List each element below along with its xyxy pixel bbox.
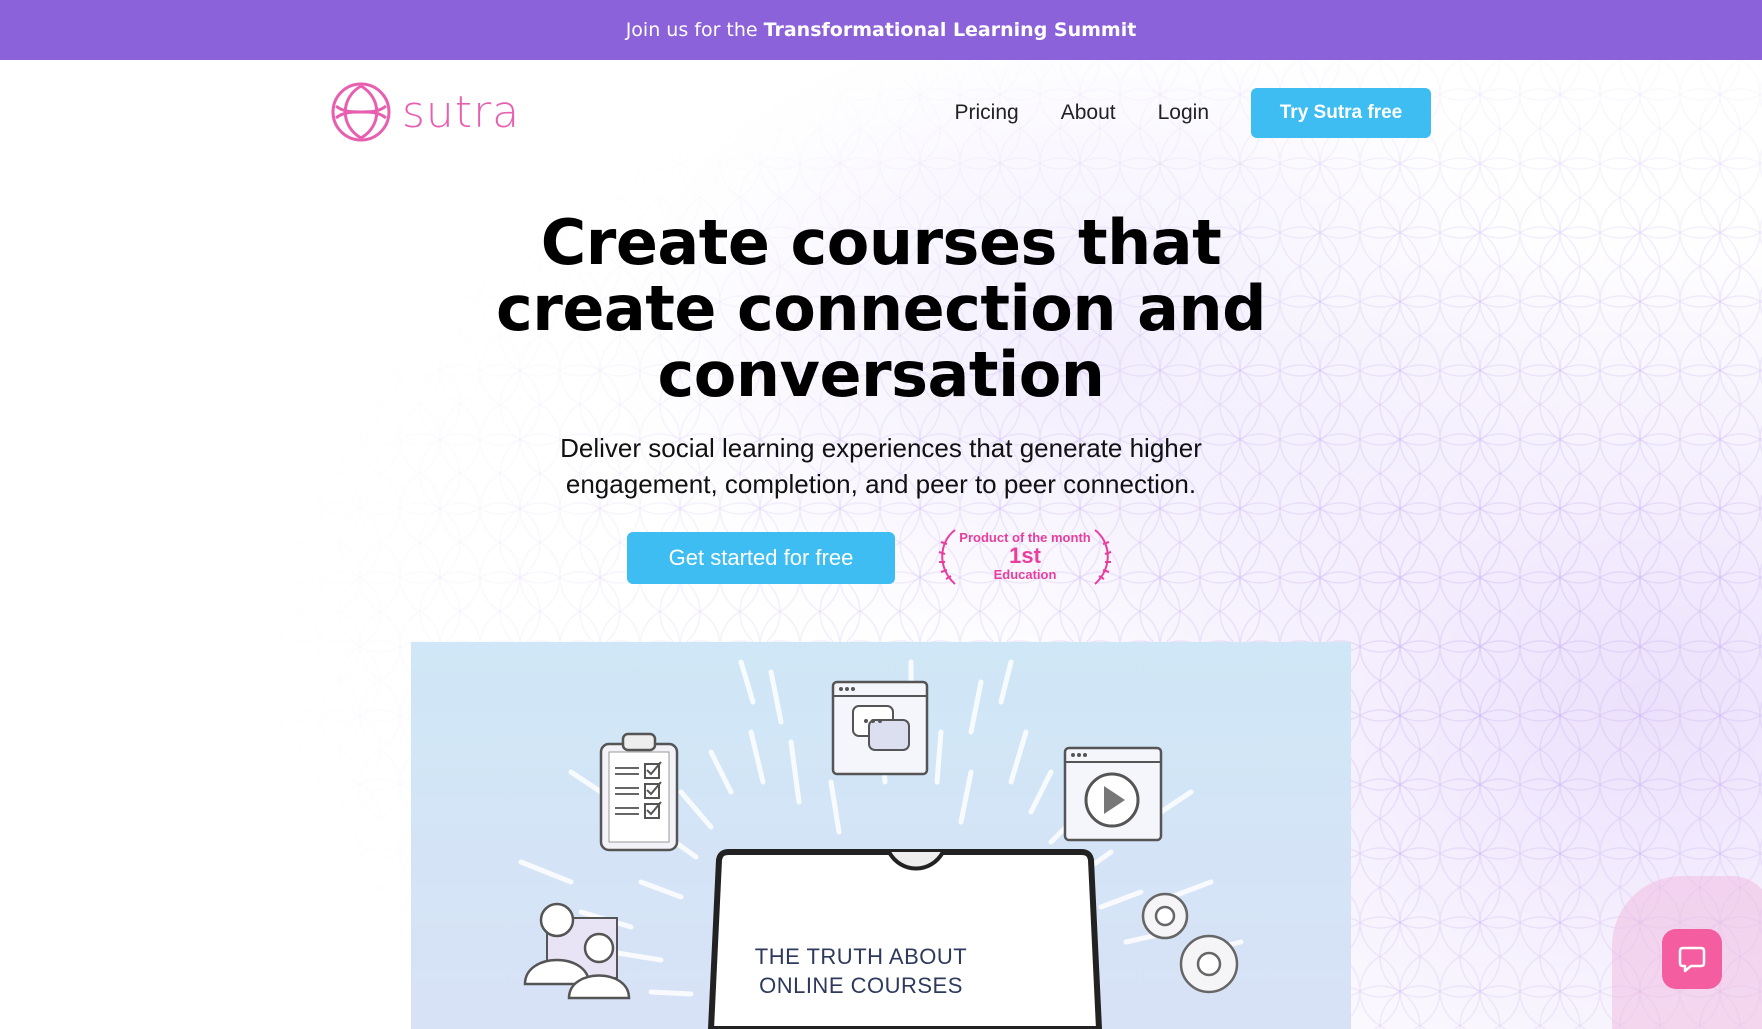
chat-window-icon xyxy=(831,680,929,776)
badge-line3: Education xyxy=(993,567,1057,582)
hero-subtitle-line1: Deliver social learning experiences that… xyxy=(560,433,1202,463)
video-title-line1: THE TRUTH ABOUT xyxy=(754,944,968,969)
clipboard-icon xyxy=(599,732,679,852)
badge-line2: 1st xyxy=(1009,543,1041,568)
try-sutra-free-button[interactable]: Try Sutra free xyxy=(1251,88,1431,138)
hero-title-line1: Create courses that xyxy=(540,206,1222,279)
hero-section: Create courses that create connection an… xyxy=(0,210,1762,502)
cta-row: Get started for free Product of the mont… xyxy=(627,528,1115,588)
get-started-button[interactable]: Get started for free xyxy=(627,532,895,584)
nav-link-login[interactable]: Login xyxy=(1158,101,1209,125)
logo[interactable]: sutra xyxy=(330,78,520,146)
product-of-month-badge[interactable]: Product of the month 1st Education xyxy=(935,528,1115,588)
announcement-prefix: Join us for the xyxy=(625,19,758,41)
hero-title-line2: create connection and xyxy=(496,272,1266,345)
video-thumbnail[interactable]: THE TRUTH ABOUT ONLINE COURSES xyxy=(411,642,1351,1029)
announcement-highlight[interactable]: Transformational Learning Summit xyxy=(764,19,1137,41)
laptop-icon xyxy=(707,849,1103,1029)
chat-widget-button[interactable] xyxy=(1662,929,1722,989)
hero-subtitle: Deliver social learning experiences that… xyxy=(521,430,1241,502)
hero-title-line3: conversation xyxy=(657,338,1105,411)
sutra-logo-icon xyxy=(331,82,391,142)
laurel-right-icon xyxy=(1094,529,1112,585)
logo-text: sutra xyxy=(402,86,521,138)
video-title: THE TRUTH ABOUT ONLINE COURSES xyxy=(711,942,1011,1000)
nav-link-pricing[interactable]: Pricing xyxy=(955,101,1019,125)
nav-link-about[interactable]: About xyxy=(1061,101,1116,125)
announcement-bar[interactable]: Join us for the Transformational Learnin… xyxy=(0,0,1762,60)
top-navigation: sutra Pricing About Login Try Sutra free xyxy=(0,60,1762,164)
nav-links: Pricing About Login Try Sutra free xyxy=(955,88,1431,138)
chat-bubble-icon xyxy=(1678,946,1706,973)
video-title-line2: ONLINE COURSES xyxy=(759,973,963,998)
hero-subtitle-line2: engagement, completion, and peer to peer… xyxy=(565,469,1197,499)
laurel-left-icon xyxy=(938,529,956,585)
people-icon xyxy=(523,902,631,1000)
video-player-icon xyxy=(1063,746,1163,842)
gears-icon xyxy=(1141,892,1239,994)
hero-title: Create courses that create connection an… xyxy=(481,210,1281,408)
